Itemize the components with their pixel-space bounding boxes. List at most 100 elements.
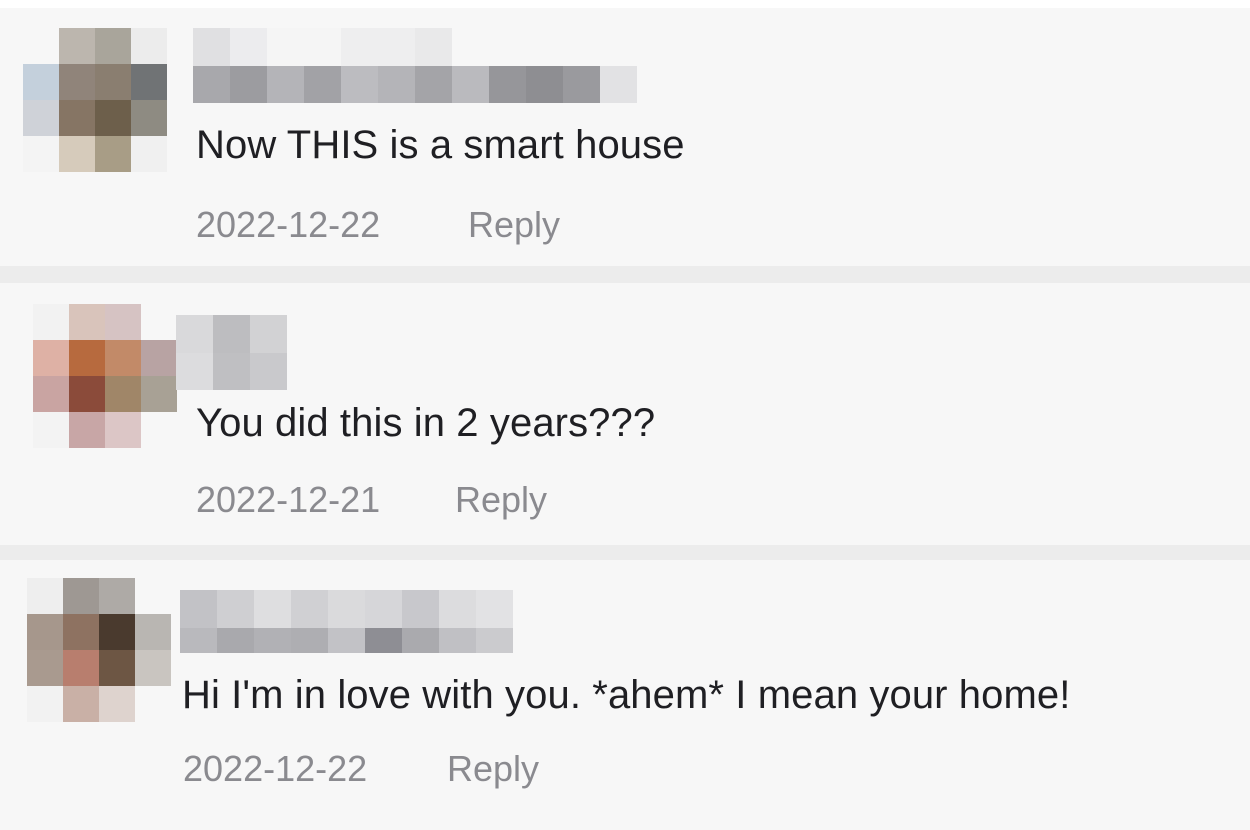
avatar-pixel (33, 376, 69, 412)
avatar-pixel (23, 64, 59, 100)
comment-divider (0, 266, 1250, 283)
reply-button[interactable]: Reply (468, 204, 560, 246)
username-pixel (415, 66, 452, 103)
username-pixel (213, 353, 250, 390)
comment-text: Hi I'm in love with you. *ahem* I mean y… (182, 673, 1071, 717)
username-pixel (341, 28, 378, 66)
username-pixel (230, 66, 267, 103)
username-pixel (378, 28, 415, 66)
username-pixel (452, 28, 489, 66)
username-pixel (489, 28, 526, 66)
username-pixel (250, 315, 287, 353)
username-pixel (378, 66, 415, 103)
username-blurred[interactable] (176, 315, 287, 390)
comment-item: You did this in 2 years??? 2022-12-21 Re… (0, 283, 1250, 545)
username-pixel (291, 628, 328, 653)
avatar-pixel (59, 136, 95, 172)
username-pixel (600, 66, 637, 103)
username-pixel (176, 315, 213, 353)
avatar-pixel (69, 412, 105, 448)
username-blurred[interactable] (193, 28, 637, 103)
comment-date: 2022-12-22 (183, 748, 368, 789)
avatar-pixel (141, 340, 177, 376)
username-pixel (304, 66, 341, 103)
username-pixel (365, 590, 402, 628)
username-blurred[interactable] (180, 590, 513, 653)
username-pixel (304, 28, 341, 66)
avatar-pixel (135, 578, 171, 614)
avatar-pixel (131, 136, 167, 172)
avatar-pixel (69, 340, 105, 376)
avatar-pixel (33, 340, 69, 376)
username-pixel (267, 66, 304, 103)
reply-button[interactable]: Reply (447, 748, 539, 790)
username-pixel (600, 28, 637, 66)
avatar-pixel (27, 650, 63, 686)
avatar-pixel (131, 28, 167, 64)
username-pixel (254, 590, 291, 628)
comment-date: 2022-12-21 (196, 479, 381, 520)
avatar-pixel (59, 28, 95, 64)
username-pixel (415, 28, 452, 66)
avatar-pixel (33, 304, 69, 340)
username-pixel (526, 28, 563, 66)
avatar[interactable] (27, 578, 171, 722)
avatar-pixel (131, 64, 167, 100)
comment-item: Now THIS is a smart house 2022-12-22 Rep… (0, 8, 1250, 266)
username-pixel (180, 628, 217, 653)
comment-text: You did this in 2 years??? (196, 401, 656, 445)
username-pixel (365, 628, 402, 653)
avatar-pixel (23, 28, 59, 64)
avatar-pixel (99, 650, 135, 686)
comment-text: Now THIS is a smart house (196, 123, 685, 167)
avatar-pixel (95, 100, 131, 136)
avatar-pixel (27, 614, 63, 650)
avatar-pixel (23, 136, 59, 172)
avatar-pixel (63, 578, 99, 614)
username-pixel (439, 628, 476, 653)
avatar-pixel (141, 376, 177, 412)
username-pixel (193, 28, 230, 66)
username-pixel (180, 590, 217, 628)
username-pixel (439, 590, 476, 628)
username-pixel (250, 353, 287, 390)
username-pixel (489, 66, 526, 103)
avatar-pixel (141, 412, 177, 448)
reply-button[interactable]: Reply (455, 479, 547, 521)
avatar-pixel (33, 412, 69, 448)
avatar-pixel (99, 578, 135, 614)
username-pixel (402, 590, 439, 628)
avatar-pixel (59, 100, 95, 136)
username-pixel (328, 590, 365, 628)
avatar-pixel (95, 136, 131, 172)
avatar-pixel (135, 686, 171, 722)
avatar-pixel (63, 614, 99, 650)
avatar-pixel (69, 304, 105, 340)
avatar-pixel (27, 686, 63, 722)
avatar-pixel (69, 376, 105, 412)
avatar-pixel (135, 650, 171, 686)
username-pixel (254, 628, 291, 653)
avatar-pixel (135, 614, 171, 650)
username-pixel (563, 66, 600, 103)
username-pixel (217, 628, 254, 653)
avatar[interactable] (33, 304, 177, 448)
username-pixel (230, 28, 267, 66)
username-pixel (217, 590, 254, 628)
username-pixel (476, 590, 513, 628)
username-pixel (176, 353, 213, 390)
username-pixel (526, 66, 563, 103)
avatar[interactable] (23, 28, 167, 172)
comment-divider (0, 545, 1250, 560)
avatar-pixel (95, 28, 131, 64)
avatar-pixel (141, 304, 177, 340)
avatar-pixel (131, 100, 167, 136)
avatar-pixel (105, 340, 141, 376)
avatar-pixel (63, 650, 99, 686)
comment-item: Hi I'm in love with you. *ahem* I mean y… (0, 560, 1250, 830)
username-pixel (291, 590, 328, 628)
avatar-pixel (95, 64, 131, 100)
username-pixel (193, 66, 230, 103)
avatar-pixel (99, 686, 135, 722)
username-pixel (563, 28, 600, 66)
